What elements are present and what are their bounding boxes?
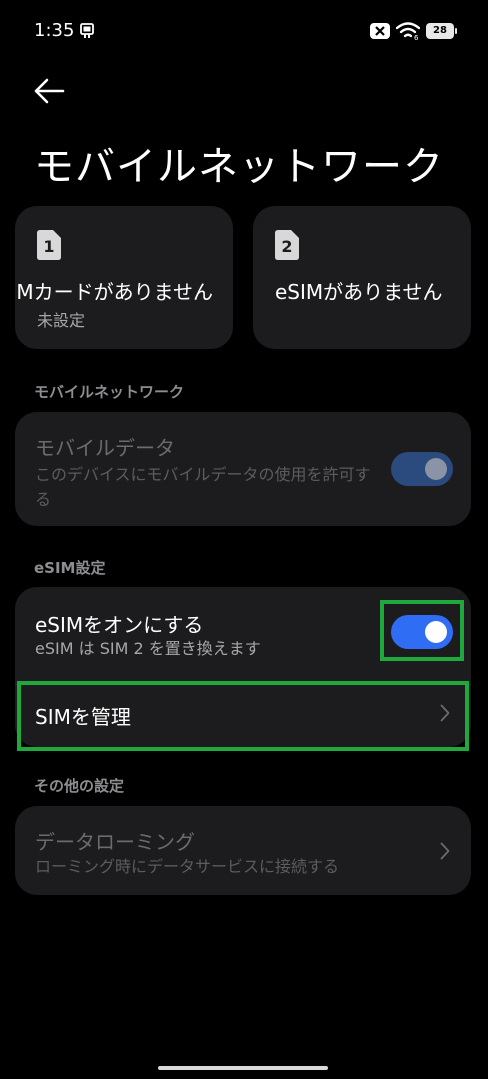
status-icons: 6 28 [370, 20, 457, 42]
sim-2-badge: 2 [281, 237, 292, 256]
sim-card-1[interactable]: 1 SIMカードがありません 未設定 [15, 206, 233, 349]
sim-1-icon: 1 [37, 230, 61, 260]
sim-1-name: SIMカードがありません [15, 280, 213, 304]
manage-sim-title: SIMを管理 [35, 705, 131, 729]
notification-icon [80, 23, 94, 38]
chevron-right-icon [440, 842, 450, 860]
sim-card-2[interactable]: 2 eSIMがありません [253, 206, 471, 349]
sim-2-name: eSIMがありません [275, 280, 443, 304]
screen: 1:35 6 28 モバイルネットワーク 1 SIMカードがありません 未設定 … [0, 0, 488, 1079]
home-indicator[interactable] [158, 1066, 328, 1070]
data-roaming-subtitle: ローミング時にデータサービスに接続する [35, 857, 340, 876]
sim-1-status: 未設定 [37, 311, 86, 330]
chevron-right-icon [440, 704, 450, 722]
mobile-data-title: モバイルデータ [35, 436, 175, 460]
esim-toggle-knob [425, 621, 447, 643]
sim-1-badge: 1 [43, 237, 54, 256]
sim-2-icon: 2 [275, 230, 299, 260]
data-roaming-title: データローミング [35, 830, 195, 854]
sim-error-icon [370, 23, 390, 39]
esim-card: eSIMをオンにする eSIM は SIM 2 を置き換えます SIMを管理 [15, 587, 471, 747]
manage-sim-row[interactable]: SIMを管理 [15, 684, 471, 747]
section-header-esim: eSIM設定 [34, 559, 106, 577]
data-roaming-card[interactable]: データローミング ローミング時にデータサービスに接続する [15, 806, 471, 895]
mobile-data-toggle-knob [425, 458, 447, 480]
esim-toggle[interactable] [391, 615, 453, 649]
mobile-data-subtitle: このデバイスにモバイルデータの使用を許可する [35, 465, 371, 509]
mobile-data-card: モバイルデータ このデバイスにモバイルデータの使用を許可する [15, 412, 471, 526]
esim-toggle-subtitle: eSIM は SIM 2 を置き換えます [35, 639, 261, 658]
status-bar: 1:35 6 28 [0, 0, 488, 60]
mobile-data-toggle[interactable] [391, 452, 453, 486]
status-time: 1:35 [34, 20, 75, 41]
svg-text:6: 6 [414, 34, 419, 40]
esim-toggle-title: eSIMをオンにする [35, 613, 204, 637]
wifi-icon: 6 [396, 22, 420, 40]
page-title: モバイルネットワーク [34, 144, 444, 190]
back-arrow-icon[interactable] [32, 76, 66, 106]
section-header-other: その他の設定 [34, 777, 125, 795]
battery-icon: 28 [426, 23, 457, 39]
section-header-mobile-network: モバイルネットワーク [34, 383, 185, 401]
